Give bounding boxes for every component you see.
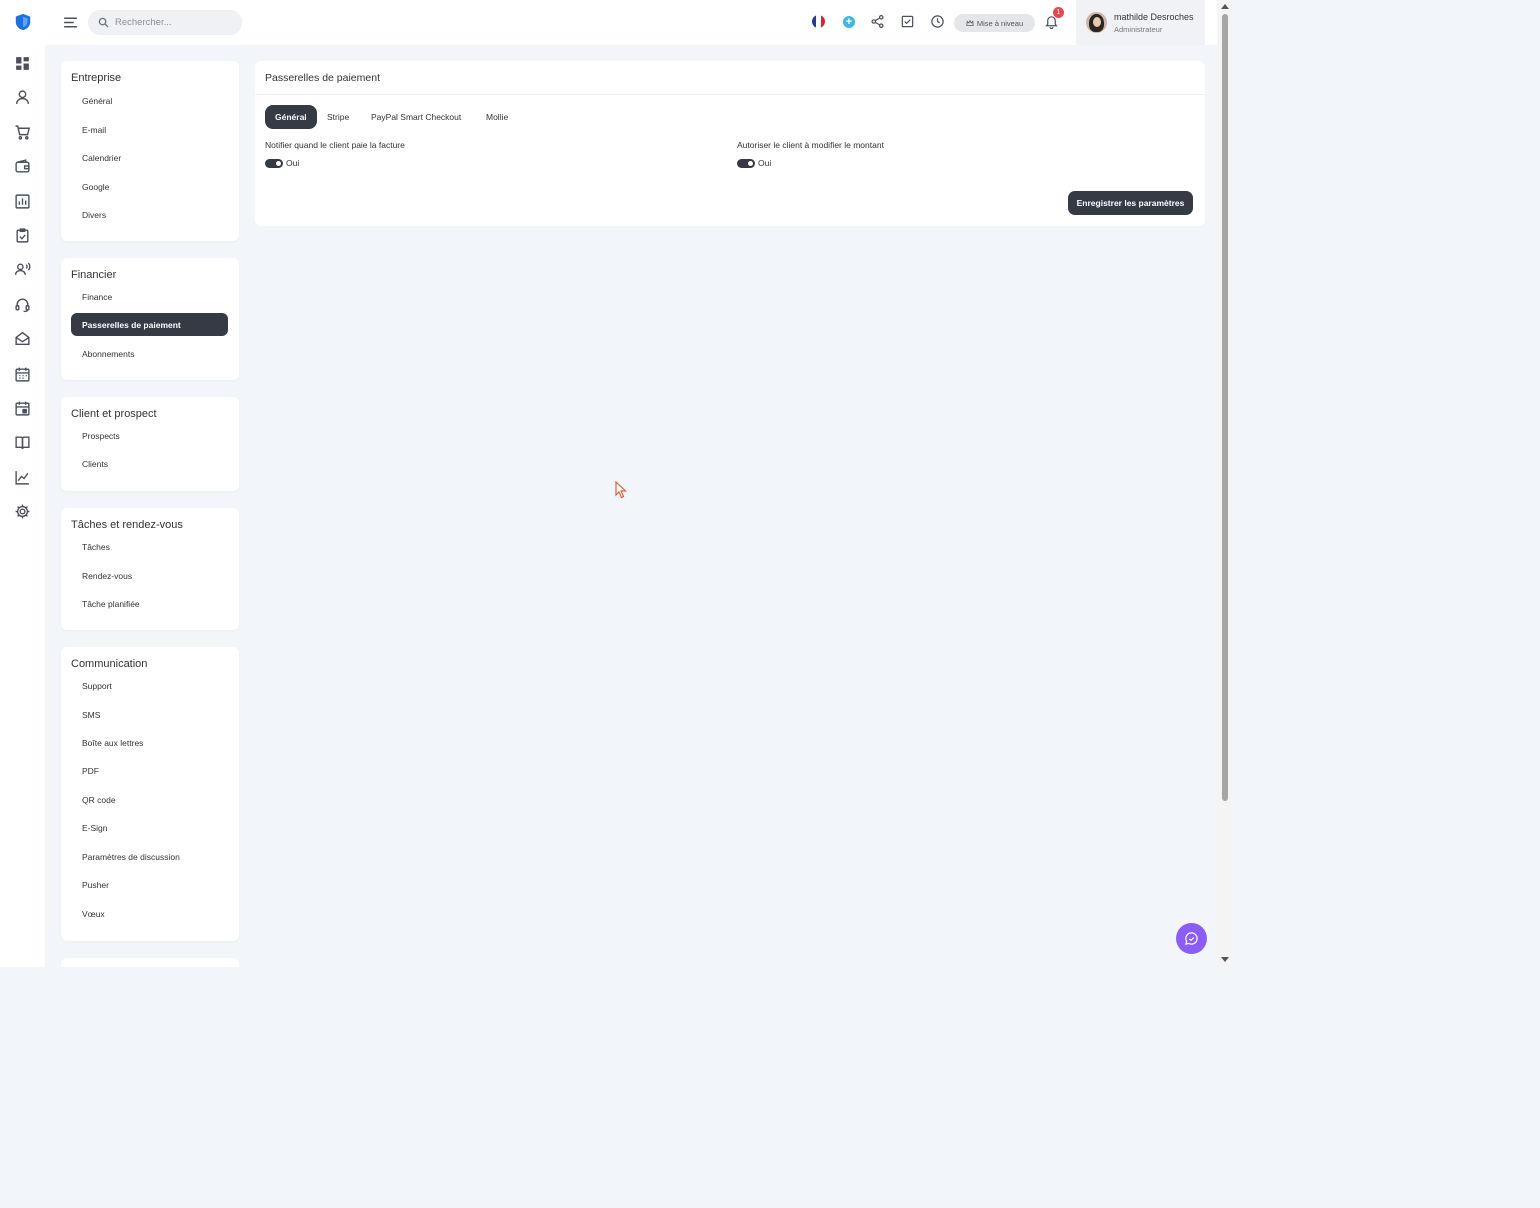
share-icon[interactable] — [870, 14, 885, 29]
sidebar-item-subscriptions[interactable]: Abonnements — [71, 342, 228, 365]
sidebar-item-email[interactable]: E-mail — [71, 118, 228, 141]
sidebar-item-google[interactable]: Google — [71, 175, 228, 198]
group-title: Entreprise — [71, 72, 122, 84]
sidebar-item-pusher[interactable]: Pusher — [71, 873, 228, 896]
sidebar-item-pdf[interactable]: PDF — [71, 759, 228, 782]
user-icon[interactable] — [14, 89, 31, 106]
group-title: Client et prospect — [71, 408, 157, 420]
topbar: Rechercher... + Mise à niveau 1 mathilde… — [45, 0, 1217, 45]
sidebar-item-tasks[interactable]: Tâches — [71, 535, 228, 558]
user-name: mathilde Desroches — [1114, 12, 1194, 22]
chat-bubble-icon — [1184, 931, 1199, 946]
save-settings-button[interactable]: Enregistrer les paramètres — [1068, 191, 1193, 215]
mouse-cursor-icon — [615, 480, 628, 499]
upgrade-button[interactable]: Mise à niveau — [954, 14, 1035, 32]
search-icon — [98, 17, 109, 28]
menu-toggle-icon[interactable] — [62, 14, 79, 31]
allow-amount-change-label: Autoriser le client à modifier le montan… — [737, 140, 884, 150]
gear-icon[interactable] — [14, 503, 31, 520]
sidebar-item-finance[interactable]: Finance — [71, 285, 228, 308]
mail-open-icon[interactable] — [14, 330, 31, 347]
upgrade-label: Mise à niveau — [976, 18, 1024, 28]
group-title: Financier — [71, 269, 117, 281]
crown-icon — [966, 19, 974, 27]
icon-rail — [0, 0, 45, 967]
payment-gateways-card: Passerelles de paiement Général Stripe P… — [255, 61, 1205, 226]
group-title: Tâches et rendez-vous — [71, 519, 183, 531]
notify-client-pays-value: Oui — [286, 158, 300, 168]
sidebar-item-chat-settings[interactable]: Paramètres de discussion — [71, 845, 228, 868]
french-flag-icon[interactable] — [812, 15, 825, 28]
notify-client-pays-label: Notifier quand le client paie la facture — [265, 140, 405, 150]
sidebar-item-calendar[interactable]: Calendrier — [71, 146, 228, 169]
avatar — [1086, 12, 1107, 33]
sidebar-item-prospects[interactable]: Prospects — [71, 424, 228, 447]
settings-group-entreprise: Entreprise Général E-mail Calendrier Goo… — [61, 61, 239, 241]
tab-paypal-smart-checkout[interactable]: PayPal Smart Checkout — [361, 105, 471, 129]
cart-icon[interactable] — [14, 124, 31, 141]
sidebar-item-misc[interactable]: Divers — [71, 203, 228, 226]
sidebar-item-wishes[interactable]: Vœux — [71, 902, 228, 925]
allow-amount-change-toggle[interactable] — [737, 159, 755, 168]
task-check-icon[interactable] — [900, 14, 915, 29]
dashboard-icon[interactable] — [14, 55, 31, 72]
group-title: Communication — [71, 658, 148, 670]
headset-icon[interactable] — [14, 296, 31, 313]
wallet-icon[interactable] — [14, 158, 31, 175]
clipboard-check-icon[interactable] — [14, 227, 31, 244]
users-wave-icon[interactable] — [14, 261, 31, 278]
tab-general[interactable]: Général — [265, 105, 317, 129]
scroll-down-arrow-icon[interactable] — [1221, 957, 1229, 962]
settings-group-communication: Communication Support SMS Boîte aux lett… — [61, 647, 239, 941]
settings-group-next — [61, 958, 239, 967]
clock-icon[interactable] — [930, 14, 945, 29]
user-menu[interactable]: mathilde Desroches Administrateur — [1076, 0, 1205, 45]
reports-icon[interactable] — [14, 193, 31, 210]
chart-line-icon[interactable] — [14, 469, 31, 486]
search-placeholder: Rechercher... — [115, 17, 172, 28]
tab-mollie[interactable]: Mollie — [476, 105, 518, 129]
notify-client-pays-toggle[interactable] — [265, 159, 283, 168]
scroll-up-arrow-icon[interactable] — [1221, 4, 1229, 9]
book-icon[interactable] — [14, 434, 31, 451]
sidebar-item-e-sign[interactable]: E-Sign — [71, 816, 228, 839]
calendar-event-icon[interactable] — [14, 400, 31, 417]
tab-stripe[interactable]: Stripe — [317, 105, 359, 129]
sidebar-item-mailbox[interactable]: Boîte aux lettres — [71, 731, 228, 754]
sidebar-item-scheduled-task[interactable]: Tâche planifiée — [71, 592, 228, 615]
settings-group-financier: Financier Finance Passerelles de paiemen… — [61, 258, 239, 380]
sidebar-item-qr-code[interactable]: QR code — [71, 788, 228, 811]
sidebar-item-support[interactable]: Support — [71, 674, 228, 697]
allow-amount-change-value: Oui — [758, 158, 772, 168]
scrollbar-thumb[interactable] — [1222, 14, 1228, 801]
chat-button[interactable] — [1176, 923, 1207, 954]
sidebar-item-general[interactable]: Général — [71, 89, 228, 112]
sidebar-item-clients[interactable]: Clients — [71, 452, 228, 475]
sidebar-item-payment-gateways[interactable]: Passerelles de paiement — [71, 313, 228, 336]
page-scrollbar[interactable] — [1217, 0, 1232, 967]
page-title: Passerelles de paiement — [265, 72, 380, 84]
app: Rechercher... + Mise à niveau 1 mathilde… — [0, 0, 1232, 967]
logo-shield-icon[interactable] — [14, 13, 32, 31]
user-role: Administrateur — [1114, 25, 1163, 34]
sidebar-item-sms[interactable]: SMS — [71, 703, 228, 726]
notification-badge: 1 — [1053, 7, 1064, 18]
quick-add-icon[interactable]: + — [843, 16, 855, 28]
settings-group-client-prospect: Client et prospect Prospects Clients — [61, 397, 239, 491]
divider — [255, 94, 1205, 95]
calendar-icon[interactable] — [14, 366, 31, 383]
sidebar-item-appointments[interactable]: Rendez-vous — [71, 564, 228, 587]
settings-group-tasks-appointments: Tâches et rendez-vous Tâches Rendez-vous… — [61, 508, 239, 630]
search-input[interactable]: Rechercher... — [88, 10, 242, 35]
